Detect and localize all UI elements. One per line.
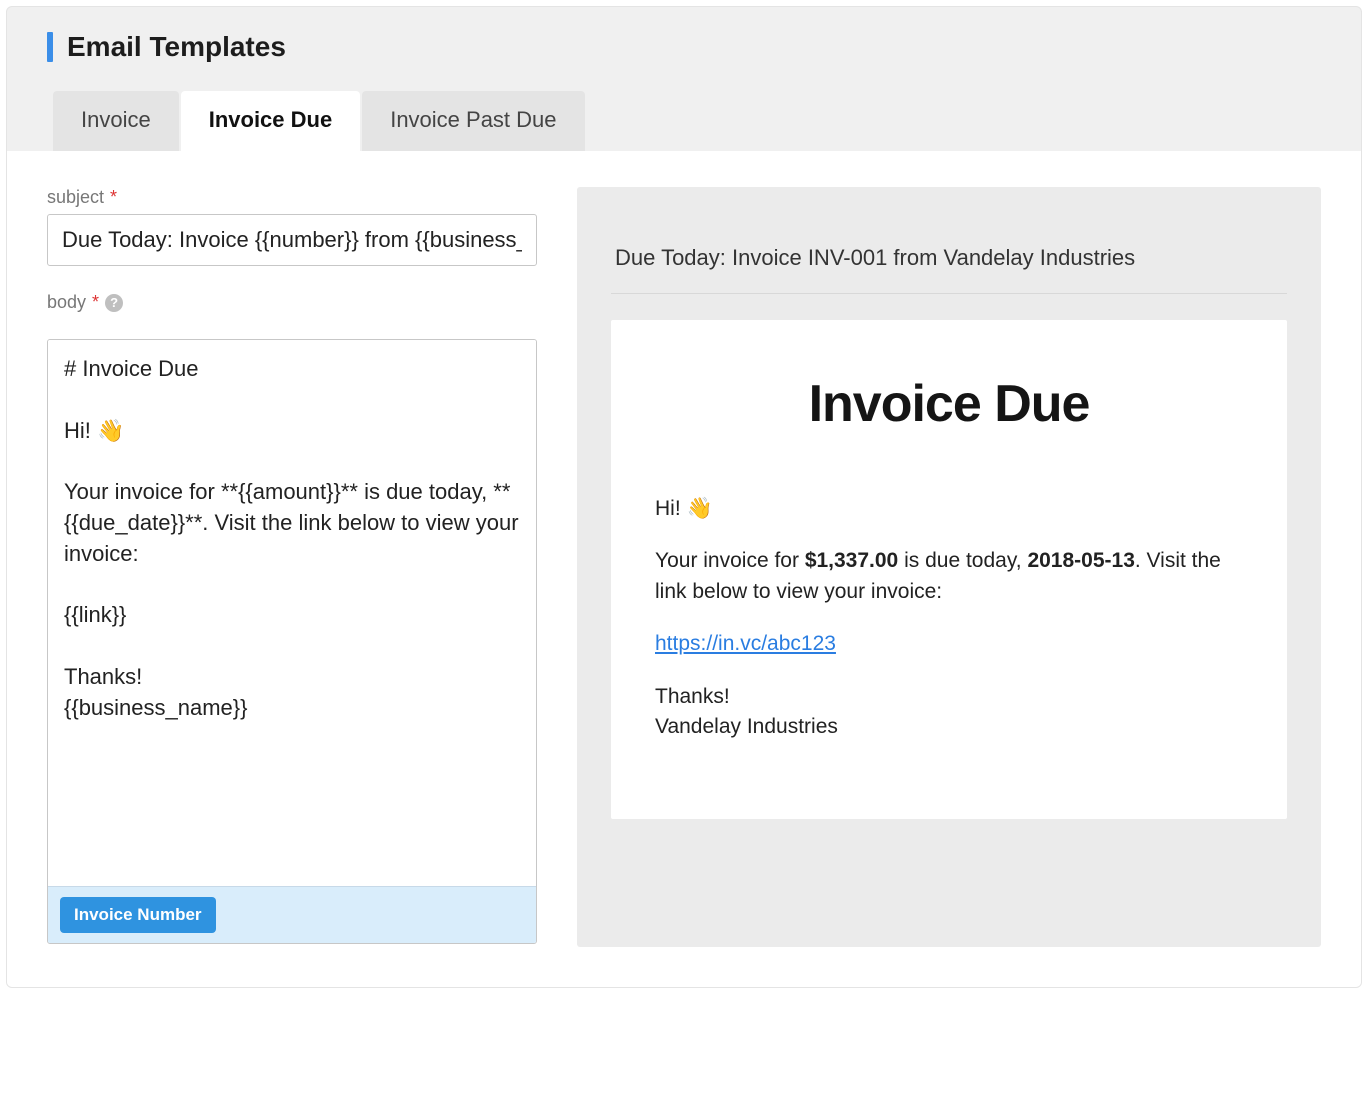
body-editor-wrap: Invoice Number (47, 339, 537, 944)
preview-signoff: Thanks! Vandelay Industries (655, 682, 1243, 743)
preview-line1-pre: Your invoice for (655, 549, 805, 572)
preview-greeting: Hi! 👋 (655, 494, 1243, 524)
preview-body-text: Hi! 👋 Your invoice for $1,337.00 is due … (655, 494, 1243, 743)
tab-invoice-past-due[interactable]: Invoice Past Due (362, 91, 584, 151)
email-templates-card: Email Templates Invoice Invoice Due Invo… (6, 6, 1362, 988)
preview-link-line: https://in.vc/abc123 (655, 629, 1243, 659)
preview-column: Due Today: Invoice INV-001 from Vandelay… (577, 187, 1321, 947)
tab-invoice-due[interactable]: Invoice Due (181, 91, 360, 151)
subject-input[interactable] (47, 214, 537, 266)
preview-link[interactable]: https://in.vc/abc123 (655, 632, 836, 655)
preview-thanks: Thanks! (655, 685, 730, 708)
content-area: subject * body * ? Invoice Number Due Toda… (7, 151, 1361, 987)
body-label: body (47, 292, 86, 313)
preview-line1-mid: is due today, (898, 549, 1027, 572)
preview-amount: $1,337.00 (805, 549, 898, 572)
tab-invoice[interactable]: Invoice (53, 91, 179, 151)
subject-label: subject (47, 187, 104, 208)
preview-business-name: Vandelay Industries (655, 715, 838, 738)
accent-bar (47, 32, 53, 62)
subject-label-row: subject * (47, 187, 537, 208)
help-icon[interactable]: ? (105, 294, 123, 312)
insert-invoice-number-button[interactable]: Invoice Number (60, 897, 216, 933)
preview-subject: Due Today: Invoice INV-001 from Vandelay… (611, 217, 1287, 294)
required-marker: * (110, 187, 117, 208)
editor-column: subject * body * ? Invoice Number (47, 187, 537, 947)
required-marker: * (92, 292, 99, 313)
tabs: Invoice Invoice Due Invoice Past Due (47, 91, 1321, 151)
preview-due-date: 2018-05-13 (1027, 549, 1134, 572)
preview-heading: Invoice Due (655, 374, 1243, 434)
preview-line-1: Your invoice for $1,337.00 is due today,… (655, 546, 1243, 607)
preview-panel: Due Today: Invoice INV-001 from Vandelay… (577, 187, 1321, 947)
page-title: Email Templates (67, 31, 286, 63)
preview-email-body: Invoice Due Hi! 👋 Your invoice for $1,33… (611, 320, 1287, 819)
body-textarea[interactable] (48, 340, 536, 880)
body-label-row: body * ? (47, 292, 537, 313)
token-suggestion-bar: Invoice Number (48, 886, 536, 943)
card-header: Email Templates Invoice Invoice Due Invo… (7, 7, 1361, 151)
